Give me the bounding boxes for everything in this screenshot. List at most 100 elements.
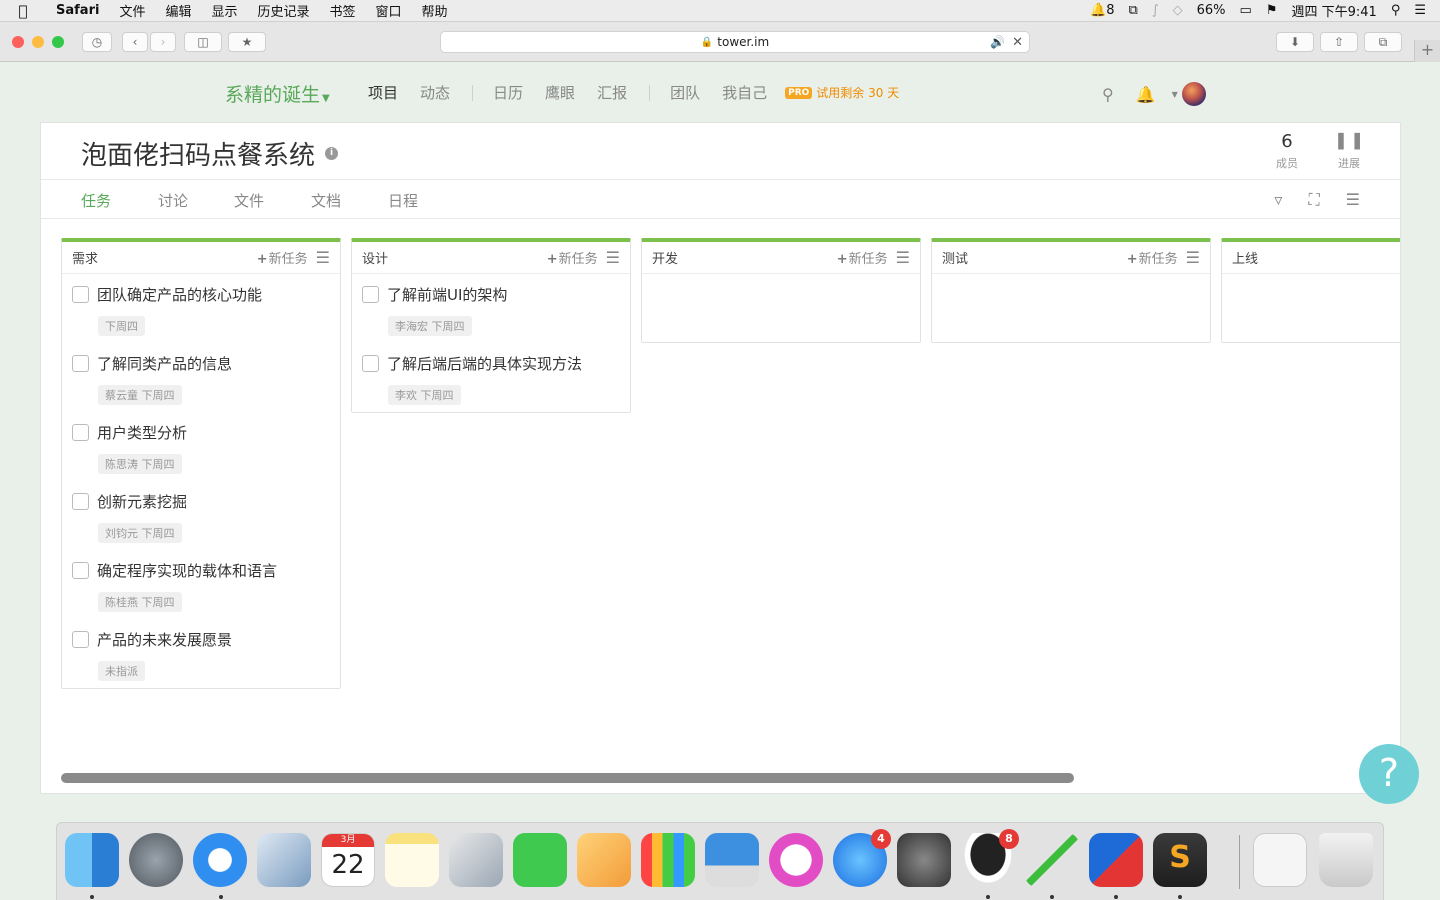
menu-help[interactable]: 帮助 [412, 1, 458, 20]
members-stat[interactable]: 6 成员 [1276, 131, 1298, 171]
back-button[interactable]: ‹ [122, 32, 148, 52]
column-menu-icon[interactable]: ☰ [316, 248, 330, 267]
pages-icon[interactable] [577, 833, 631, 887]
nav-hawkeye[interactable]: 鹰眼 [545, 82, 575, 103]
task-item[interactable]: 了解前端UI的架构 李海宏 下周四 [352, 274, 630, 343]
task-title[interactable]: 确定程序实现的载体和语言 [97, 560, 277, 581]
forward-button[interactable]: › [150, 32, 176, 52]
keynote-icon[interactable] [705, 833, 759, 887]
column-menu-icon[interactable]: ☰ [606, 248, 620, 267]
menu-file[interactable]: 文件 [109, 1, 155, 20]
column-menu-icon[interactable]: ☰ [896, 248, 910, 267]
menu-bookmarks[interactable]: 书签 [320, 1, 366, 20]
bell-icon[interactable]: 🔔 [1136, 85, 1156, 104]
share-icon[interactable]: ⇧ [1320, 32, 1358, 52]
task-item[interactable]: 创新元素挖掘 刘钧元 下周四 [62, 481, 340, 550]
tab-schedule[interactable]: 日程 [388, 190, 418, 211]
preview-icon[interactable] [257, 833, 311, 887]
task-title[interactable]: 产品的未来发展愿景 [97, 629, 232, 650]
nav-projects[interactable]: 项目 [368, 82, 398, 103]
nav-me[interactable]: 我自己 [722, 82, 767, 103]
task-checkbox[interactable] [72, 631, 89, 648]
top-sites-icon[interactable]: ★ [228, 32, 266, 52]
menu-view[interactable]: 显示 [201, 1, 247, 20]
task-item[interactable]: 了解同类产品的信息 蔡云童 下周四 [62, 343, 340, 412]
input-source-flag-icon[interactable]: ⚑ [1266, 3, 1278, 18]
scrollbar-thumb[interactable] [61, 773, 1074, 783]
tab-overview-icon[interactable]: ⧉ [1364, 32, 1402, 52]
system-preferences-icon[interactable] [897, 833, 951, 887]
notification-center-icon[interactable]: ☰ [1414, 3, 1426, 18]
tab-tasks[interactable]: 任务 [81, 190, 111, 211]
itunes-icon[interactable] [769, 833, 823, 887]
filter-icon[interactable]: ▿ [1274, 190, 1282, 210]
minimize-window-button[interactable] [32, 36, 44, 48]
new-tab-button[interactable]: + [1414, 40, 1440, 62]
sidebar-toggle-icon[interactable]: ◫ [184, 32, 222, 52]
user-menu[interactable]: ▼ [1172, 82, 1206, 106]
task-title[interactable]: 了解后端后端的具体实现方法 [387, 353, 582, 374]
vmware-icon[interactable] [1089, 833, 1143, 887]
menu-edit[interactable]: 编辑 [155, 1, 201, 20]
menubar-clock[interactable]: 週四 下午9:41 [1291, 1, 1376, 20]
finder-icon[interactable] [65, 833, 119, 887]
menu-history[interactable]: 历史记录 [247, 1, 319, 20]
task-item[interactable]: 产品的未来发展愿景 未指派 [62, 619, 340, 688]
sublime-text-icon[interactable]: S [1153, 833, 1207, 887]
facetime-icon[interactable] [513, 833, 567, 887]
launchpad-icon[interactable] [129, 833, 183, 887]
notes-icon[interactable] [385, 833, 439, 887]
history-clock-icon[interactable]: ◷ [82, 32, 112, 52]
task-title[interactable]: 了解前端UI的架构 [387, 284, 507, 305]
tab-docs[interactable]: 文档 [311, 190, 341, 211]
task-item[interactable]: 用户类型分析 陈思涛 下周四 [62, 412, 340, 481]
task-checkbox[interactable] [72, 286, 89, 303]
new-task-button[interactable]: +新任务 [257, 248, 308, 267]
column-menu-icon[interactable]: ☰ [1186, 248, 1200, 267]
menu-window[interactable]: 窗口 [366, 1, 412, 20]
app-store-icon[interactable]: 4 [833, 829, 891, 887]
info-icon[interactable]: i [325, 147, 339, 160]
task-item[interactable]: 确定程序实现的载体和语言 陈桂燕 下周四 [62, 550, 340, 619]
tab-discussions[interactable]: 讨论 [158, 190, 188, 211]
screenshot-thumbnail-icon[interactable] [1253, 833, 1307, 887]
downloads-icon[interactable]: ⬇ [1276, 32, 1314, 52]
nav-team[interactable]: 团队 [670, 82, 700, 103]
pro-trial-link[interactable]: PRO 试用剩余 30 天 [785, 84, 899, 101]
spotlight-search-icon[interactable]: ⚲ [1391, 3, 1401, 18]
task-title[interactable]: 创新元素挖掘 [97, 491, 187, 512]
task-checkbox[interactable] [362, 355, 379, 372]
new-task-button[interactable]: +新任务 [547, 248, 598, 267]
stop-loading-icon[interactable]: ✕ [1012, 35, 1023, 50]
battery-percent[interactable]: 66% [1197, 3, 1226, 18]
task-title[interactable]: 团队确定产品的核心功能 [97, 284, 262, 305]
nav-calendar[interactable]: 日历 [493, 82, 523, 103]
trash-icon[interactable] [1319, 833, 1373, 887]
photo-booth-icon[interactable] [449, 833, 503, 887]
task-checkbox[interactable] [72, 493, 89, 510]
task-checkbox[interactable] [72, 355, 89, 372]
expand-icon[interactable]: ⛶ [1308, 190, 1319, 210]
menu-icon[interactable]: ☰ [1346, 190, 1360, 210]
address-bar[interactable]: 🔒 tower.im 🔊 ✕ [440, 31, 1030, 53]
qq-icon[interactable]: 8 [961, 829, 1019, 887]
close-window-button[interactable] [12, 36, 24, 48]
audio-playing-icon[interactable]: 🔊 [990, 35, 1005, 49]
task-item[interactable]: 了解后端后端的具体实现方法 李欢 下周四 [352, 343, 630, 412]
apple-menu-icon[interactable]:  [0, 2, 46, 20]
screen-mirror-icon[interactable]: ⧉ [1129, 3, 1138, 18]
task-title[interactable]: 了解同类产品的信息 [97, 353, 232, 374]
board-horizontal-scrollbar[interactable] [61, 773, 1400, 783]
fullscreen-window-button[interactable] [52, 36, 64, 48]
nav-reports[interactable]: 汇报 [597, 82, 627, 103]
nav-activity[interactable]: 动态 [420, 82, 450, 103]
bluetooth-icon[interactable]: ∫ [1152, 3, 1159, 18]
task-item[interactable]: 团队确定产品的核心功能 下周四 [62, 274, 340, 343]
tab-files[interactable]: 文件 [234, 190, 264, 211]
wifi-icon[interactable]: ◇ [1173, 3, 1183, 18]
sourcetree-icon[interactable] [1025, 833, 1079, 887]
calendar-icon[interactable]: 3月 22 [321, 833, 375, 887]
notification-bell-icon[interactable]: 🔔8 [1090, 3, 1114, 18]
battery-icon[interactable]: ▭ [1240, 3, 1252, 18]
task-title[interactable]: 用户类型分析 [97, 422, 187, 443]
